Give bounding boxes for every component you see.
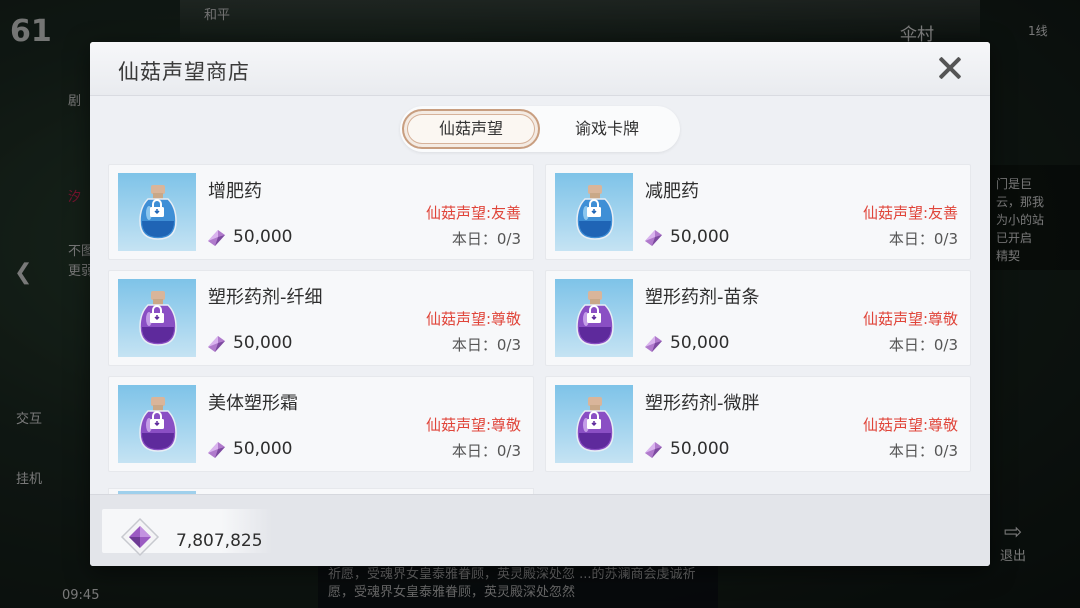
- daily-limit: 本日：0/3: [451, 336, 521, 354]
- shop-item-card[interactable]: 减肥药 仙菇声望:友善 50,000 本日：0/3: [545, 164, 971, 260]
- tab-card-game[interactable]: 谕戏卡牌: [538, 109, 676, 149]
- daily-limit: 本日：0/3: [888, 230, 958, 248]
- item-requirement: 仙菇声望:尊敬: [862, 416, 958, 434]
- item-thumbnail: [118, 385, 196, 463]
- tab-mushroom-reputation[interactable]: 仙菇声望: [402, 109, 540, 149]
- item-grid[interactable]: 增肥药 仙菇声望:友善 50,000 本日：0/3 减肥药 仙菇声望:友善 50…: [108, 164, 972, 494]
- daily-limit: 本日：0/3: [451, 230, 521, 248]
- shop-item-card[interactable]: 塑形药剂-苗条 仙菇声望:尊敬 50,000 本日：0/3: [545, 270, 971, 366]
- lock-icon: [150, 199, 164, 217]
- dialog-title: 仙菇声望商店: [118, 60, 250, 84]
- shop-dialog: 仙菇声望商店 仙菇声望 谕戏卡牌 增肥药 仙菇声望:友善 50,000 本日：0…: [90, 42, 990, 566]
- item-thumbnail: [555, 173, 633, 251]
- shop-item-card[interactable]: 塑形药剂-纤细 仙菇声望:尊敬 50,000 本日：0/3: [108, 270, 534, 366]
- item-thumbnail: [555, 279, 633, 357]
- reputation-crystal-icon: [645, 442, 662, 458]
- reputation-crystal-icon: [645, 230, 662, 246]
- lock-icon: [587, 199, 601, 217]
- item-name: 塑形药剂-苗条: [645, 287, 760, 308]
- item-price: 50,000: [233, 227, 293, 247]
- reputation-crystal-icon: [208, 336, 225, 352]
- lock-icon: [150, 411, 164, 429]
- item-name: 塑形药剂-微胖: [645, 393, 760, 414]
- shop-item-card[interactable]: 塑形药剂-微胖 仙菇声望:尊敬 50,000 本日：0/3: [545, 376, 971, 472]
- reputation-crystal-icon: [645, 336, 662, 352]
- daily-limit: 本日：0/3: [888, 336, 958, 354]
- item-requirement: 仙菇声望:尊敬: [425, 416, 521, 434]
- item-name: 美体塑形霜: [208, 393, 298, 414]
- item-price: 50,000: [670, 333, 730, 353]
- daily-limit: 本日：0/3: [888, 442, 958, 460]
- close-icon[interactable]: [936, 54, 964, 82]
- item-requirement: 仙菇声望:尊敬: [862, 310, 958, 328]
- lock-icon: [150, 305, 164, 323]
- shop-item-card[interactable]: 增肥药 仙菇声望:友善 50,000 本日：0/3: [108, 164, 534, 260]
- item-price: 50,000: [233, 439, 293, 459]
- shop-footer: 7,807,825: [90, 494, 990, 566]
- item-price: 50,000: [233, 333, 293, 353]
- currency-amount: 7,807,825: [176, 531, 263, 551]
- item-name: 塑形药剂-纤细: [208, 287, 323, 308]
- item-requirement: 仙菇声望:友善: [425, 204, 521, 222]
- reputation-crystal-icon: [208, 230, 225, 246]
- dialog-header: 仙菇声望商店: [90, 42, 990, 96]
- daily-limit: 本日：0/3: [451, 442, 521, 460]
- lock-icon: [587, 411, 601, 429]
- item-name: 增肥药: [208, 181, 262, 202]
- tab-bar: 仙菇声望 谕戏卡牌: [400, 106, 680, 152]
- item-price: 50,000: [670, 439, 730, 459]
- reputation-crystal-icon: [120, 517, 160, 557]
- item-price: 50,000: [670, 227, 730, 247]
- reputation-crystal-icon: [208, 442, 225, 458]
- lock-icon: [587, 305, 601, 323]
- item-requirement: 仙菇声望:尊敬: [425, 310, 521, 328]
- item-requirement: 仙菇声望:友善: [862, 204, 958, 222]
- currency-display: 7,807,825: [102, 509, 272, 557]
- item-name: 减肥药: [645, 181, 699, 202]
- item-thumbnail: [118, 173, 196, 251]
- shop-item-card[interactable]: 美体塑形霜 仙菇声望:尊敬 50,000 本日：0/3: [108, 376, 534, 472]
- item-thumbnail: [555, 385, 633, 463]
- item-thumbnail: [118, 279, 196, 357]
